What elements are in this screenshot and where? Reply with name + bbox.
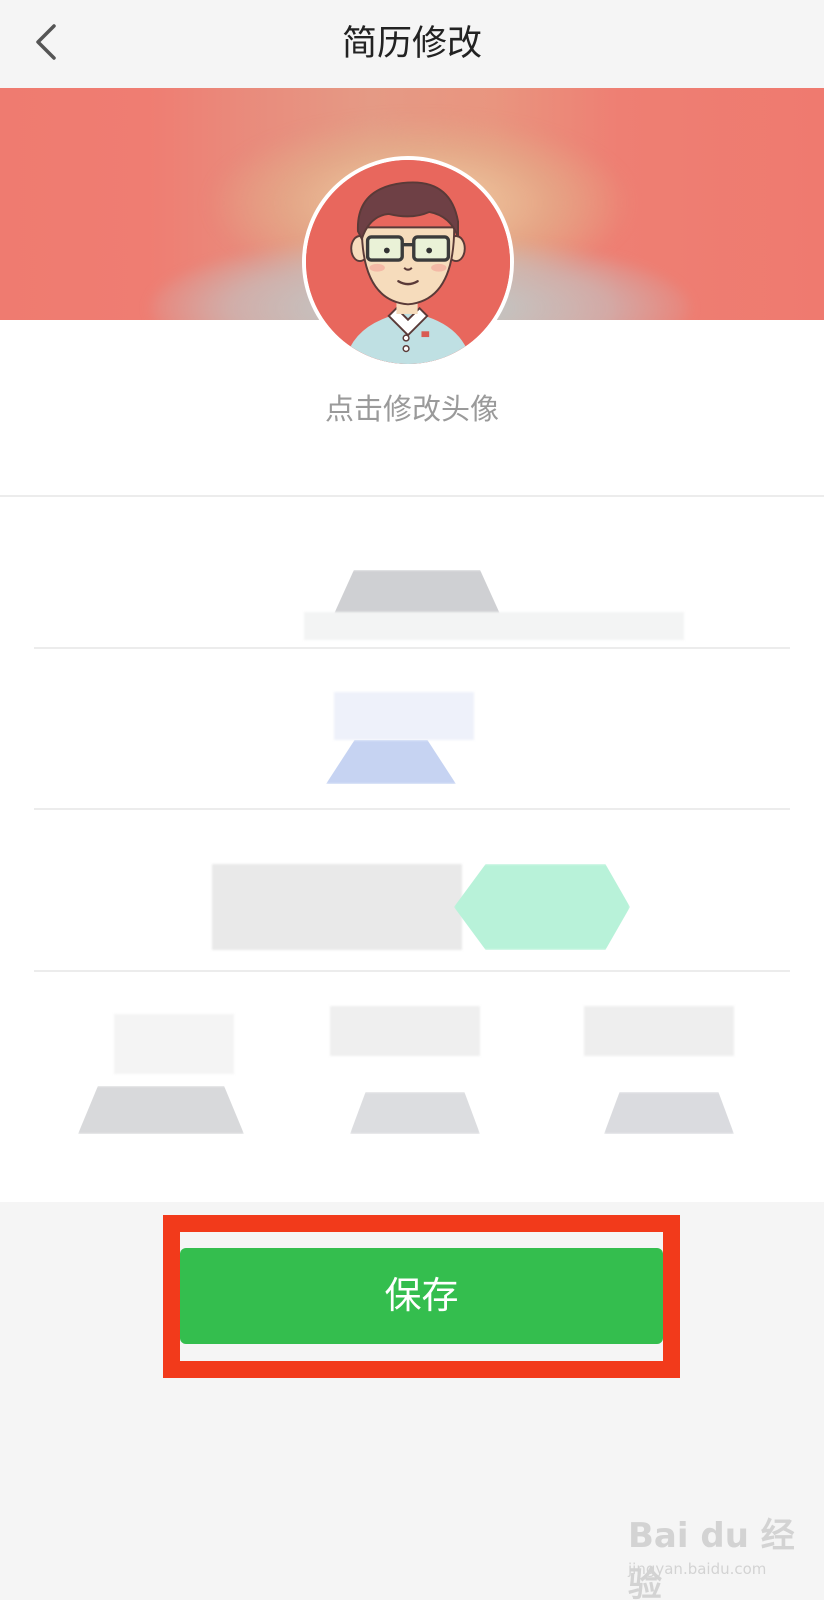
top-nav-bar: 简历修改 — [0, 0, 824, 88]
section-divider — [0, 495, 824, 497]
form-field-2[interactable] — [34, 652, 790, 810]
form-field-3[interactable] — [34, 814, 790, 972]
baidu-jingyan-watermark: Bai du 经验 jingyan.baidu.com — [628, 1508, 798, 1600]
avatar-illustration — [306, 160, 510, 364]
field-divider — [34, 647, 790, 649]
form-field-1[interactable] — [34, 500, 790, 648]
field-divider — [34, 808, 790, 810]
page-title: 简历修改 — [341, 24, 482, 64]
save-highlight-box: 保存 — [163, 1215, 680, 1378]
resume-form: 点击修改头像 — [0, 156, 824, 1202]
save-button[interactable]: 保存 — [180, 1248, 663, 1344]
watermark-logo: Bai du 经验 — [628, 1516, 795, 1600]
change-avatar-link[interactable]: 点击修改头像 — [0, 386, 824, 428]
field-divider — [34, 970, 790, 972]
avatar[interactable] — [302, 156, 514, 368]
form-field-4-group[interactable] — [34, 976, 790, 1176]
watermark-url: jingyan.baidu.com — [628, 1560, 767, 1578]
